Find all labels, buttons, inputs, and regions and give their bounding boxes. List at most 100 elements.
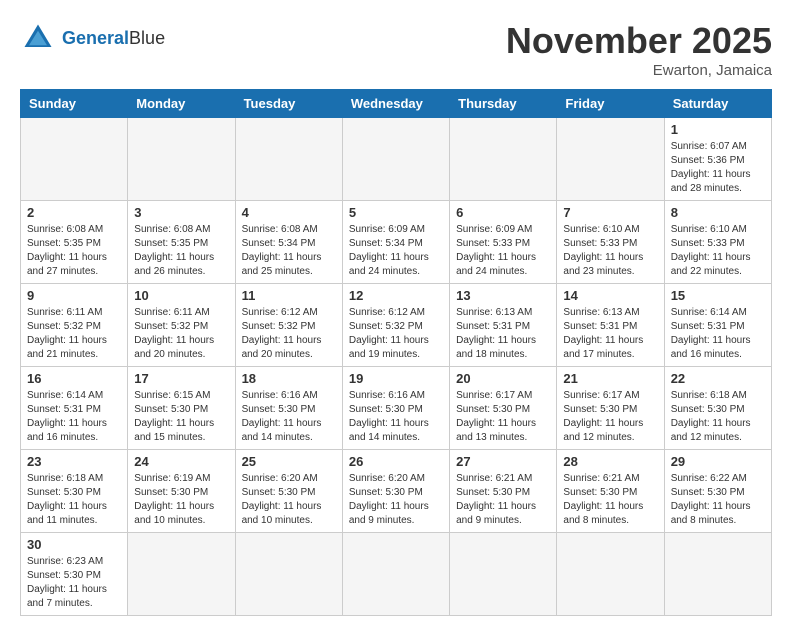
location: Ewarton, Jamaica	[506, 62, 772, 79]
calendar-cell: 6Sunrise: 6:09 AM Sunset: 5:33 PM Daylig…	[450, 201, 557, 284]
day-info: Sunrise: 6:20 AM Sunset: 5:30 PM Dayligh…	[349, 472, 443, 528]
calendar-cell: 25Sunrise: 6:20 AM Sunset: 5:30 PM Dayli…	[235, 450, 342, 533]
day-number: 8	[671, 205, 765, 220]
day-info: Sunrise: 6:21 AM Sunset: 5:30 PM Dayligh…	[563, 472, 657, 528]
calendar-cell	[557, 118, 664, 201]
day-header-sunday: Sunday	[21, 90, 128, 118]
day-number: 30	[27, 537, 121, 552]
calendar-cell	[342, 118, 449, 201]
day-number: 28	[563, 454, 657, 469]
calendar-cell: 22 Sunrise: 6:18 AM Sunset: 5:30 PM Dayli…	[664, 367, 771, 450]
day-number: 18	[242, 371, 336, 386]
calendar-cell: 9Sunrise: 6:11 AM Sunset: 5:32 PM Daylig…	[21, 284, 128, 367]
calendar-cell: 27Sunrise: 6:21 AM Sunset: 5:30 PM Dayli…	[450, 450, 557, 533]
day-number: 26	[349, 454, 443, 469]
calendar-cell: 16 Sunrise: 6:14 AM Sunset: 5:31 PM Dayli…	[21, 367, 128, 450]
logo-icon	[20, 20, 56, 56]
day-info: Sunrise: 6:17 AM Sunset: 5:30 PM Dayligh…	[563, 389, 657, 445]
day-info: Sunrise: 6:16 AM Sunset: 5:30 PM Dayligh…	[349, 389, 443, 445]
day-info: Sunrise: 6:11 AM Sunset: 5:32 PM Dayligh…	[134, 306, 228, 362]
calendar-cell: 23 Sunrise: 6:18 AM Sunset: 5:30 PM Dayli…	[21, 450, 128, 533]
calendar-cell: 28 Sunrise: 6:21 AM Sunset: 5:30 PM Dayli…	[557, 450, 664, 533]
calendar-cell	[235, 533, 342, 616]
day-number: 21	[563, 371, 657, 386]
day-number: 12	[349, 288, 443, 303]
day-info: Sunrise: 6:16 AM Sunset: 5:30 PM Dayligh…	[242, 389, 336, 445]
day-number: 6	[456, 205, 550, 220]
calendar-cell	[342, 533, 449, 616]
calendar-cell	[557, 533, 664, 616]
logo-general: General	[62, 28, 129, 48]
day-info: Sunrise: 6:07 AM Sunset: 5:36 PM Dayligh…	[671, 140, 765, 196]
day-header-friday: Friday	[557, 90, 664, 118]
calendar-cell: 21 Sunrise: 6:17 AM Sunset: 5:30 PM Dayli…	[557, 367, 664, 450]
day-info: Sunrise: 6:21 AM Sunset: 5:30 PM Dayligh…	[456, 472, 550, 528]
day-info: Sunrise: 6:10 AM Sunset: 5:33 PM Dayligh…	[671, 223, 765, 279]
calendar-cell: 19 Sunrise: 6:16 AM Sunset: 5:30 PM Dayli…	[342, 367, 449, 450]
day-info: Sunrise: 6:18 AM Sunset: 5:30 PM Dayligh…	[671, 389, 765, 445]
calendar-cell	[450, 118, 557, 201]
day-number: 15	[671, 288, 765, 303]
calendar-cell: 30 Sunrise: 6:23 AM Sunset: 5:30 PM Dayli…	[21, 533, 128, 616]
day-header-thursday: Thursday	[450, 90, 557, 118]
day-info: Sunrise: 6:08 AM Sunset: 5:35 PM Dayligh…	[27, 223, 121, 279]
day-number: 4	[242, 205, 336, 220]
day-info: Sunrise: 6:08 AM Sunset: 5:34 PM Dayligh…	[242, 223, 336, 279]
day-info: Sunrise: 6:18 AM Sunset: 5:30 PM Dayligh…	[27, 472, 121, 528]
day-header-wednesday: Wednesday	[342, 90, 449, 118]
calendar-header-row: SundayMondayTuesdayWednesdayThursdayFrid…	[21, 90, 772, 118]
calendar: SundayMondayTuesdayWednesdayThursdayFrid…	[20, 89, 772, 616]
calendar-cell: 1 Sunrise: 6:07 AM Sunset: 5:36 PM Daylig…	[664, 118, 771, 201]
calendar-cell	[128, 118, 235, 201]
calendar-week-6: 30 Sunrise: 6:23 AM Sunset: 5:30 PM Dayli…	[21, 533, 772, 616]
day-info: Sunrise: 6:14 AM Sunset: 5:31 PM Dayligh…	[671, 306, 765, 362]
day-number: 5	[349, 205, 443, 220]
calendar-week-1: 1 Sunrise: 6:07 AM Sunset: 5:36 PM Daylig…	[21, 118, 772, 201]
calendar-cell: 3Sunrise: 6:08 AM Sunset: 5:35 PM Daylig…	[128, 201, 235, 284]
calendar-cell: 5Sunrise: 6:09 AM Sunset: 5:34 PM Daylig…	[342, 201, 449, 284]
day-info: Sunrise: 6:22 AM Sunset: 5:30 PM Dayligh…	[671, 472, 765, 528]
logo-text: GeneralBlue	[62, 28, 165, 49]
day-info: Sunrise: 6:20 AM Sunset: 5:30 PM Dayligh…	[242, 472, 336, 528]
day-info: Sunrise: 6:12 AM Sunset: 5:32 PM Dayligh…	[349, 306, 443, 362]
day-number: 3	[134, 205, 228, 220]
calendar-cell: 2Sunrise: 6:08 AM Sunset: 5:35 PM Daylig…	[21, 201, 128, 284]
day-header-saturday: Saturday	[664, 90, 771, 118]
logo-blue-text: Blue	[129, 28, 165, 48]
day-header-tuesday: Tuesday	[235, 90, 342, 118]
day-number: 20	[456, 371, 550, 386]
day-info: Sunrise: 6:23 AM Sunset: 5:30 PM Dayligh…	[27, 555, 121, 611]
calendar-cell: 20 Sunrise: 6:17 AM Sunset: 5:30 PM Dayli…	[450, 367, 557, 450]
calendar-cell: 13Sunrise: 6:13 AM Sunset: 5:31 PM Dayli…	[450, 284, 557, 367]
calendar-cell: 7Sunrise: 6:10 AM Sunset: 5:33 PM Daylig…	[557, 201, 664, 284]
calendar-week-3: 9Sunrise: 6:11 AM Sunset: 5:32 PM Daylig…	[21, 284, 772, 367]
day-info: Sunrise: 6:12 AM Sunset: 5:32 PM Dayligh…	[242, 306, 336, 362]
day-number: 22	[671, 371, 765, 386]
day-info: Sunrise: 6:19 AM Sunset: 5:30 PM Dayligh…	[134, 472, 228, 528]
day-number: 19	[349, 371, 443, 386]
day-number: 23	[27, 454, 121, 469]
calendar-cell: 10Sunrise: 6:11 AM Sunset: 5:32 PM Dayli…	[128, 284, 235, 367]
calendar-cell: 17Sunrise: 6:15 AM Sunset: 5:30 PM Dayli…	[128, 367, 235, 450]
day-info: Sunrise: 6:15 AM Sunset: 5:30 PM Dayligh…	[134, 389, 228, 445]
month-title: November 2025	[506, 20, 772, 62]
day-info: Sunrise: 6:13 AM Sunset: 5:31 PM Dayligh…	[563, 306, 657, 362]
day-number: 7	[563, 205, 657, 220]
day-info: Sunrise: 6:17 AM Sunset: 5:30 PM Dayligh…	[456, 389, 550, 445]
calendar-cell	[450, 533, 557, 616]
day-number: 24	[134, 454, 228, 469]
day-number: 16	[27, 371, 121, 386]
calendar-cell	[664, 533, 771, 616]
calendar-week-4: 16 Sunrise: 6:14 AM Sunset: 5:31 PM Dayli…	[21, 367, 772, 450]
day-number: 13	[456, 288, 550, 303]
day-info: Sunrise: 6:14 AM Sunset: 5:31 PM Dayligh…	[27, 389, 121, 445]
calendar-cell: 26 Sunrise: 6:20 AM Sunset: 5:30 PM Dayli…	[342, 450, 449, 533]
day-number: 1	[671, 122, 765, 137]
calendar-cell: 8 Sunrise: 6:10 AM Sunset: 5:33 PM Daylig…	[664, 201, 771, 284]
day-header-monday: Monday	[128, 90, 235, 118]
logo: GeneralBlue	[20, 20, 165, 56]
calendar-cell: 14Sunrise: 6:13 AM Sunset: 5:31 PM Dayli…	[557, 284, 664, 367]
page-header: GeneralBlue November 2025 Ewarton, Jamai…	[20, 20, 772, 79]
calendar-cell: 18 Sunrise: 6:16 AM Sunset: 5:30 PM Dayli…	[235, 367, 342, 450]
calendar-cell: 4 Sunrise: 6:08 AM Sunset: 5:34 PM Daylig…	[235, 201, 342, 284]
